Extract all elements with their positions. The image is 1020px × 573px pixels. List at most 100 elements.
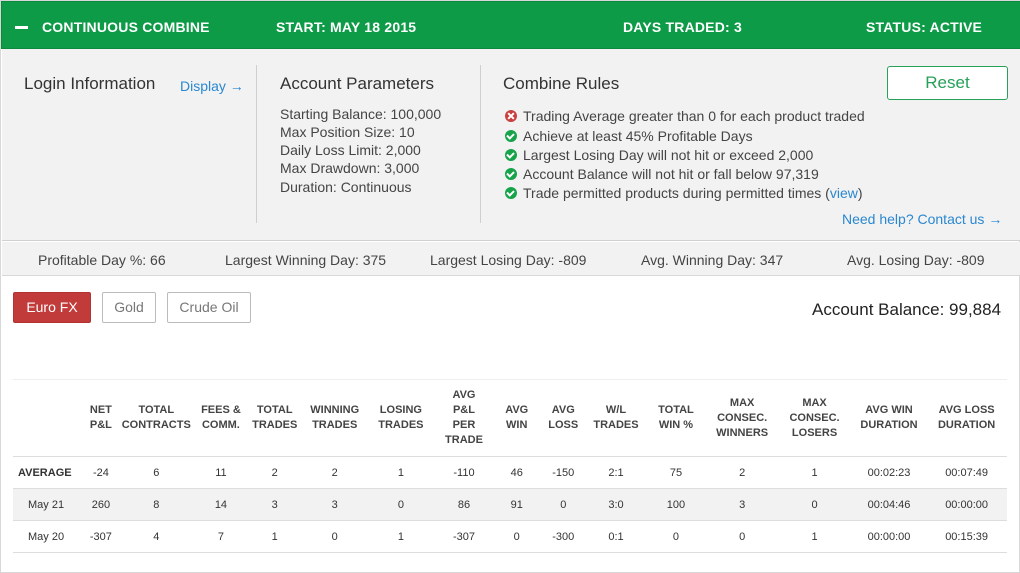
table-cell: -300 [539, 520, 588, 553]
column-header-line: CONTRACTS [121, 419, 191, 431]
column-header: AVG LOSS [539, 379, 588, 457]
table-cell: 3 [247, 488, 302, 521]
table-cell: 00:00:00 [851, 520, 927, 553]
contact-us-link[interactable]: Need help? Contact us → [842, 211, 1002, 227]
table-cell: 1 [367, 456, 434, 489]
column-header-line: P&L [89, 419, 112, 431]
table-cell: 3 [301, 488, 368, 521]
column-header: TOTAL TRADES [247, 379, 302, 457]
table-cell: 00:02:23 [851, 456, 927, 489]
column-header: LOSING TRADES [367, 379, 434, 457]
param-max-position: Max Position Size: 10 [280, 124, 415, 140]
table-cell: -110 [433, 456, 494, 489]
column-header: AVG WIN [493, 379, 540, 457]
param-max-drawdown: Max Drawdown: 3,000 [280, 160, 420, 176]
rule-item: Trading Average greater than 0 for each … [505, 108, 865, 124]
start-date: START: MAY 18 2015 [276, 19, 417, 35]
table-cell: 0 [706, 520, 778, 553]
column-header: MAX CONSEC. WINNERS [706, 379, 778, 457]
table-body: AVERAGE -24 6 11 2 2 1 -110 46 -150 2:1 75 2 1 00:02:2… [13, 456, 1007, 553]
column-header-line: FEES & [201, 404, 241, 416]
column-header-line: DURATION [860, 419, 918, 431]
average-row: AVERAGE -24 6 11 2 2 1 -110 46 -150 2:1 75 2 1 00:02:2… [13, 456, 1007, 489]
column-header: AVG WIN DURATION [851, 379, 927, 457]
table-cell: 75 [644, 456, 707, 489]
rule-item: Trade permitted products during permitte… [505, 185, 863, 201]
table-cell: 1 [777, 456, 852, 489]
table-cell: 0:1 [587, 520, 645, 553]
column-header-line: AVG [505, 404, 529, 416]
table-cell: 00:04:46 [851, 488, 927, 521]
info-panel: Login Information Display → Account Para… [2, 49, 1020, 241]
table-cell: -307 [433, 520, 494, 553]
combine-header: CONTINUOUS COMBINE START: MAY 18 2015 DA… [1, 1, 1020, 49]
rule-text-suffix: ) [857, 185, 863, 201]
table-cell: 260 [83, 488, 119, 521]
rule-text: Achieve at least 45% Profitable Days [523, 128, 753, 144]
rule-item: Achieve at least 45% Profitable Days [505, 128, 753, 144]
table-cell: 0 [539, 488, 588, 521]
account-balance: Account Balance: 99,884 [812, 300, 1002, 319]
column-header-line: TRADES [378, 419, 424, 431]
table-cell: -307 [83, 520, 119, 553]
row-label: AVERAGE [13, 456, 84, 489]
section-divider [480, 65, 481, 223]
table-cell: 00:00:00 [926, 488, 1007, 521]
reset-button[interactable]: Reset [887, 66, 1008, 100]
combine-status: STATUS: ACTIVE [866, 19, 983, 35]
column-header-line: DURATION [937, 419, 996, 431]
days-traded: DAYS TRADED: 3 [623, 19, 742, 35]
table-cell: 100 [644, 488, 707, 521]
table-header-row: NET P&L TOTAL CONTRACTS FEES & COMM. TOTAL TRAD… [13, 379, 1007, 457]
view-permitted-link[interactable]: view [830, 185, 858, 201]
table-cell: 14 [194, 488, 248, 521]
check-circle-icon [505, 130, 517, 142]
table-cell: 6 [118, 456, 195, 489]
column-header-line: CONSEC. [789, 411, 840, 424]
table-cell: 0 [367, 488, 434, 521]
product-tab-crude-oil[interactable]: Crude Oil [167, 292, 251, 323]
row-label: May 20 [13, 520, 84, 553]
column-header-line: MAX [729, 396, 755, 409]
trades-table: NET P&L TOTAL CONTRACTS FEES & COMM. TOTAL TRAD… [13, 379, 1007, 553]
column-header-line: COMM. [201, 419, 240, 431]
column-header-line: AVG LOSS [938, 404, 995, 416]
check-circle-icon [505, 187, 517, 199]
column-header-line: TRADES [252, 419, 298, 431]
table-cell: 0 [493, 520, 540, 553]
product-tab-euro-fx[interactable]: Euro FX [13, 292, 91, 323]
section-divider [256, 65, 257, 223]
collapse-minus-icon[interactable] [15, 26, 28, 29]
table-cell: -24 [83, 456, 119, 489]
table-cell: 00:07:49 [926, 456, 1007, 489]
product-tab-gold[interactable]: Gold [102, 292, 156, 323]
table-cell: 91 [493, 488, 540, 521]
column-header-line: WIN % [658, 419, 694, 431]
table-cell: 1 [367, 520, 434, 553]
column-header: AVG P&L PER TRADE [433, 379, 494, 457]
table-cell: 46 [493, 456, 540, 489]
display-login-link[interactable]: Display → [180, 78, 244, 94]
rule-item: Largest Losing Day will not hit or excee… [505, 147, 813, 163]
row-label: May 21 [13, 488, 84, 521]
table-cell: 00:15:39 [926, 520, 1007, 553]
column-header-line: TOTAL [658, 404, 694, 416]
column-header: W/L TRADES [587, 379, 645, 457]
table-cell: 2 [301, 456, 368, 489]
table-cell: 7 [194, 520, 248, 553]
table-cell: 8 [118, 488, 195, 521]
table-cell: 0 [777, 488, 852, 521]
table-cell: 1 [777, 520, 852, 553]
column-header-line: WIN [506, 419, 528, 431]
rule-text: Account Balance will not hit or fall bel… [523, 166, 819, 182]
column-header: FEES & COMM. [194, 379, 248, 457]
column-header [13, 379, 84, 457]
column-header-line: TRADE [445, 434, 483, 446]
combine-rules-title: Combine Rules [503, 74, 620, 93]
stat-largest-winning-day: Largest Winning Day: 375 [225, 252, 387, 268]
table-cell: 86 [433, 488, 494, 521]
check-circle-icon [505, 168, 517, 180]
param-starting-balance: Starting Balance: 100,000 [280, 106, 442, 122]
table-row: May 21 260 8 14 3 3 0 86 91 0 3:0 100 3 0 00:04:46 00:0… [13, 488, 1007, 521]
column-header-line: AVG [551, 404, 575, 416]
